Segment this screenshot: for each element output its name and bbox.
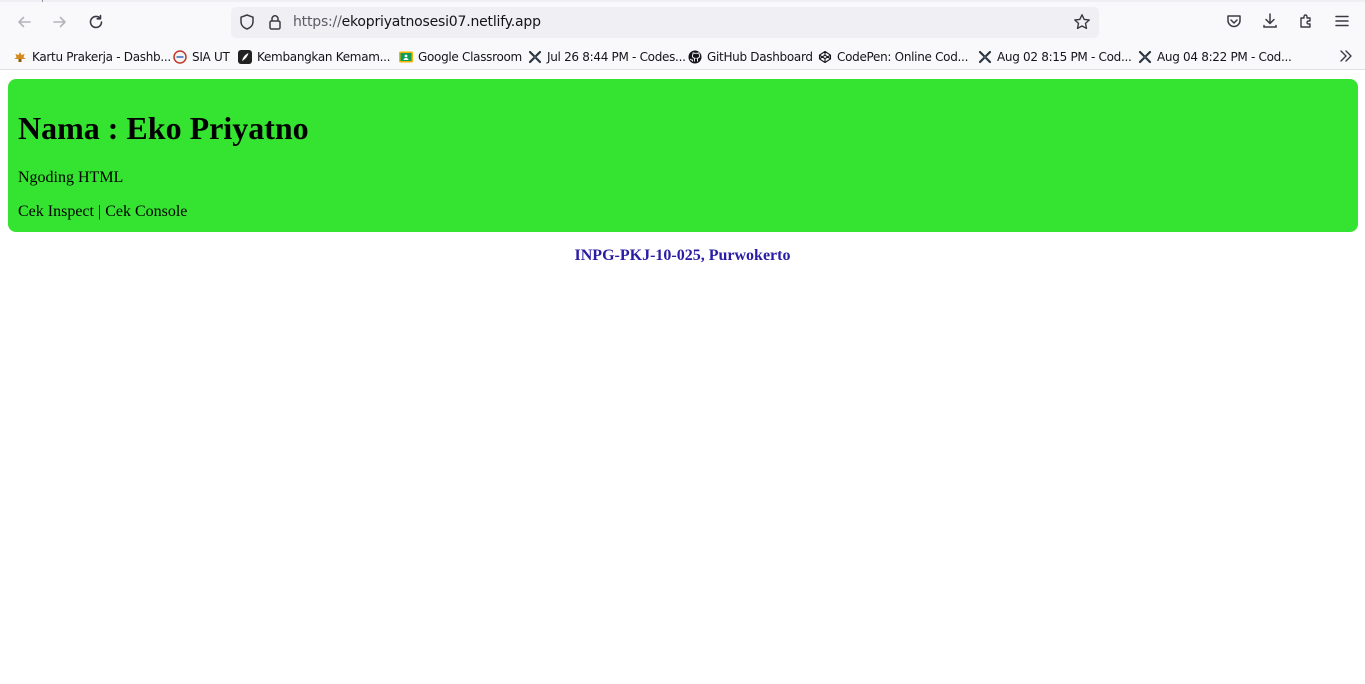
bookmark-codepen[interactable]: CodePen: Online Cod...: [818, 48, 968, 65]
forward-button[interactable]: [46, 8, 74, 36]
bookmark-kembangkan[interactable]: Kembangkan Kemam...: [238, 48, 390, 65]
page-subtitle: Ngoding HTML: [18, 169, 124, 186]
bookmark-label: Kartu Prakerja - Dashb...: [32, 49, 171, 64]
puzzle-icon: [1300, 14, 1311, 28]
bookmark-sia-ut[interactable]: SIA UT: [173, 48, 230, 65]
bookmark-kartu-prakerja[interactable]: Kartu Prakerja - Dashb...: [13, 48, 171, 65]
bookmark-label: Google Classroom: [418, 49, 522, 64]
classroom-icon: [399, 50, 413, 64]
shield-icon[interactable]: [238, 13, 256, 31]
star-icon[interactable]: [1073, 13, 1091, 31]
cek-console-link[interactable]: Cek Console: [105, 203, 187, 220]
bookmark-label: Aug 02 8:15 PM - Cod...: [997, 49, 1132, 64]
download-icon: [1263, 13, 1277, 28]
bookmark-codesandbox-aug04[interactable]: Aug 04 8:22 PM - Cod...: [1138, 48, 1292, 65]
bookmark-label: Jul 26 8:44 PM - Codes...: [547, 49, 686, 64]
header-card: Nama : Eko Priyatno Ngoding HTML Cek Ins…: [8, 79, 1358, 232]
bookmark-codesandbox-aug02[interactable]: Aug 02 8:15 PM - Cod...: [978, 48, 1132, 65]
tab-marker: [42, 0, 43, 2]
link-row: Cek Inspect | Cek Console: [18, 203, 187, 221]
bookmark-google-classroom[interactable]: Google Classroom: [399, 48, 522, 65]
arrow-left-icon: [18, 16, 31, 28]
codepen-icon: [818, 50, 832, 64]
back-button[interactable]: [10, 8, 38, 36]
bookmark-label: SIA UT: [192, 49, 230, 64]
menu-button[interactable]: [1331, 10, 1353, 32]
url-text[interactable]: https://ekopriyatnosesi07.netlify.app: [293, 14, 541, 30]
downloads-button[interactable]: [1259, 10, 1281, 32]
bookmark-label: GitHub Dashboard: [707, 49, 813, 64]
bookmark-codesandbox-jul26[interactable]: Jul 26 8:44 PM - Codes...: [528, 48, 686, 65]
pocket-icon: [1227, 15, 1241, 28]
page-title: Nama : Eko Priyatno: [18, 110, 309, 146]
arrow-right-icon: [53, 16, 66, 28]
bookmarks-bar: Kartu Prakerja - Dashb... SIA UT Kembang…: [0, 44, 1365, 70]
reload-icon: [89, 14, 103, 29]
address-bar[interactable]: https://ekopriyatnosesi07.netlify.app: [231, 7, 1099, 38]
link-separator: |: [93, 203, 106, 220]
feather-icon: [238, 49, 252, 64]
bookmark-github-dashboard[interactable]: GitHub Dashboard: [688, 48, 813, 65]
reload-button[interactable]: [82, 8, 110, 36]
tab-strip-edge: [0, 0, 1365, 2]
codesandbox-icon: [528, 50, 542, 64]
hamburger-icon: [1335, 15, 1349, 27]
browser-toolbar: https://ekopriyatnosesi07.netlify.app: [0, 0, 1365, 44]
bookmark-label: CodePen: Online Cod...: [837, 49, 969, 64]
footer-text: INPG-PKJ-10-025, Purwokerto: [574, 247, 791, 264]
codesandbox-icon: [978, 50, 992, 64]
pocket-button[interactable]: [1223, 10, 1245, 32]
prakerja-icon: [13, 50, 27, 64]
codesandbox-icon: [1138, 50, 1152, 64]
bookmark-label: Aug 04 8:22 PM - Cod...: [1157, 49, 1292, 64]
url-protocol: https://: [293, 14, 342, 30]
bookmarks-overflow-button[interactable]: [1337, 47, 1355, 65]
double-chevron-right-icon: [1340, 50, 1352, 62]
bookmark-label: Kembangkan Kemam...: [257, 49, 391, 64]
cek-inspect-link[interactable]: Cek Inspect: [18, 203, 94, 220]
lock-icon[interactable]: [266, 13, 284, 31]
url-host: ekopriyatnosesi07.netlify.app: [341, 14, 541, 30]
ut-icon: [173, 49, 187, 64]
github-icon: [688, 50, 702, 64]
extensions-button[interactable]: [1295, 10, 1317, 32]
